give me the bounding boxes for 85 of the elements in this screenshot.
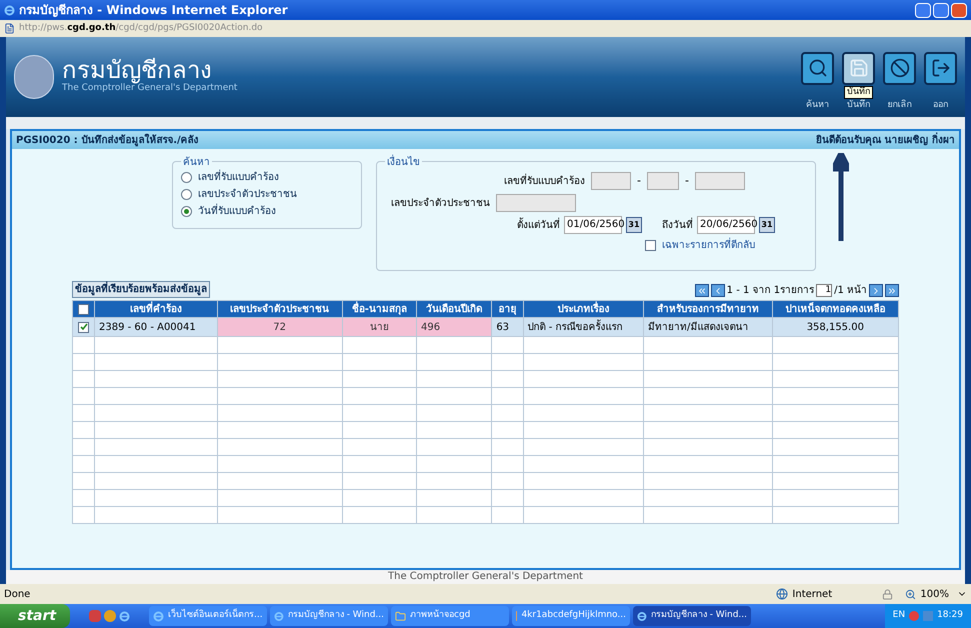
redacted-cell: นาย [342, 318, 416, 336]
previous-page-button[interactable] [710, 284, 725, 297]
date-field[interactable]: 20/06/2560 [697, 216, 755, 234]
radio-label: เลขที่รับแบบคำร้อง [198, 170, 279, 185]
radio-button[interactable] [181, 206, 192, 217]
language-indicator[interactable]: EN [892, 609, 906, 623]
door-exit-icon [930, 58, 950, 78]
folder-icon [395, 610, 406, 622]
field-label: ตั้งแต่วันที่ [517, 218, 560, 232]
taskbar-button[interactable]: กรมบัญชีกลาง - Wind... [633, 606, 751, 626]
table-cell: ปกติ - กรณีขอครั้งแรก [523, 318, 644, 336]
column-header: ประเภทเรื่อง [523, 300, 644, 318]
tooltip: บันทึก [844, 86, 873, 99]
date-field[interactable]: 01/06/2560 [564, 216, 622, 234]
toolbar-label: ออก [933, 98, 948, 112]
radio-label: วันที่รับแบบคำร้อง [198, 204, 276, 219]
separator-text: - [637, 172, 642, 189]
input-field[interactable] [496, 194, 576, 212]
browser-globe-icon [4, 4, 15, 16]
field-label: ถึงวันที่ [662, 218, 693, 232]
search-icon [808, 58, 828, 78]
separator-text: - [685, 172, 689, 189]
browser-globe-icon [274, 610, 284, 622]
calendar-button[interactable]: 31 [759, 217, 775, 233]
checkbox[interactable] [78, 322, 89, 332]
field-label: เลขที่รับแบบคำร้อง [504, 174, 586, 188]
url-text: http://pws.cgd.go.th/cgd/cgd/pgs/PGSI0020Action.do [19, 22, 263, 35]
table-cell: มีทายาท/มีแสดงเจตนา [644, 318, 772, 336]
column-header: ปาเหน็จตกทอดคงเหลือ [772, 300, 898, 318]
checkbox-label: เฉพาะรายการที่ตีกลับ [662, 238, 755, 253]
zoom-icon [905, 588, 916, 600]
input-field[interactable] [647, 172, 680, 190]
input-field[interactable] [591, 172, 632, 190]
clock: 18:29 [937, 609, 963, 622]
close-button[interactable] [951, 2, 967, 18]
status-text: Done [4, 588, 30, 602]
window-title: กรมบัญชีกลาง - Windows Internet Explorer [19, 2, 288, 19]
radio-button[interactable] [181, 172, 192, 183]
field-label: เลขประจำตัวประชาชน [391, 196, 490, 210]
start-button[interactable]: start [0, 604, 70, 628]
checkbox[interactable] [78, 304, 89, 314]
globe-icon [776, 588, 788, 600]
page-count: /1 หน้า [834, 284, 867, 298]
double-chevron-right-icon [887, 286, 897, 296]
browser-globe-icon [153, 610, 164, 622]
prohibited-icon [890, 58, 910, 78]
lock-icon [882, 588, 894, 600]
checkbox[interactable] [645, 240, 656, 251]
browser-globe-icon [637, 610, 647, 622]
zone-text: Internet [792, 588, 834, 602]
pager-summary: 1 - 1 จาก 1รายการ [726, 284, 814, 298]
minimize-button[interactable] [915, 2, 931, 18]
column-header: เลขประจำตัวประชาชน [217, 300, 342, 318]
maximize-button[interactable] [933, 2, 949, 18]
first-page-button[interactable] [694, 284, 709, 297]
footer-text: The Comptroller General's Department [388, 570, 583, 584]
toolbar-label: ยกเลิก [888, 98, 912, 112]
table-cell: 358,155.00 [772, 318, 898, 336]
table-cell: 2389 - 60 - A00041 [94, 318, 218, 336]
table-cell: 63 [492, 318, 524, 336]
input-field[interactable] [695, 172, 745, 190]
double-chevron-left-icon [696, 286, 707, 296]
column-header: วันเดือนปีเกิด [416, 300, 492, 318]
column-header: สำหรับรองการมีทายาท [644, 300, 772, 318]
next-page-button[interactable] [869, 284, 883, 297]
logo-subtitle: The Comptroller General's Department [62, 83, 238, 96]
address-bar[interactable]: http://pws.cgd.go.th/cgd/cgd/pgs/PGSI0020Action.do [0, 20, 971, 37]
page-icon [4, 23, 15, 34]
page-number-field[interactable]: 1 [816, 284, 832, 297]
column-header: เลขที่คำร้อง [94, 300, 218, 318]
calendar-button[interactable]: 31 [626, 217, 642, 233]
last-page-button[interactable] [885, 284, 899, 297]
logo-title: กรมบัญชีกลาง [62, 58, 212, 82]
radio-label: เลขประจำตัวประชาชน [198, 188, 297, 202]
redacted-cell: 496 [416, 318, 492, 336]
table-caption: ข้อมูลที่เรียบร้อยพร้อมส่งข้อมูล [72, 281, 210, 298]
toolbar-label: บันทึก [847, 98, 870, 112]
redacted-cell: 72 [217, 318, 342, 336]
column-header: ชื่อ-นามสกุล [342, 300, 416, 318]
browser-globe-icon [119, 610, 130, 622]
welcome-text: ยินดีต้อนรับคุณ นายเผชิญ กิ่งผา [816, 132, 955, 148]
page-title: PGSI0020 : บันทึกส่งข้อมูลให้สรจ./คลัง [16, 132, 199, 148]
radio-button[interactable] [181, 189, 192, 200]
zoom-level[interactable]: 100% [920, 586, 949, 602]
toolbar-label: ค้นหา [806, 98, 829, 112]
